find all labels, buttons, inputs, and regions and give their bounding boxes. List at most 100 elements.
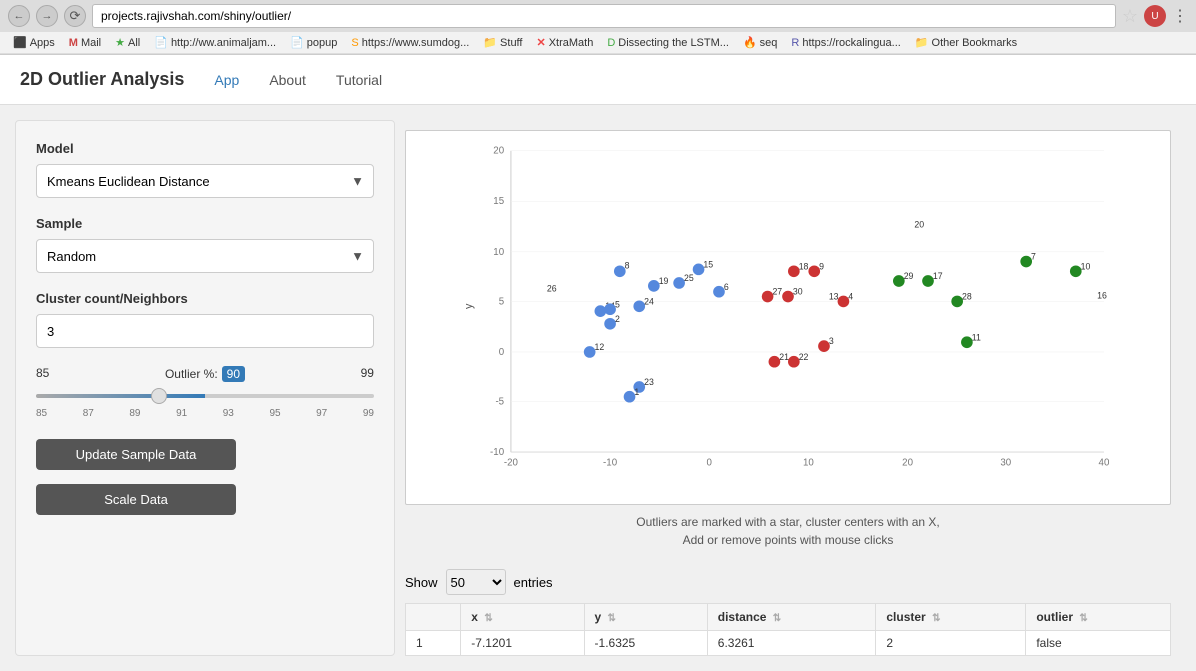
sort-x-icon: ⇅ [484, 613, 492, 624]
svg-text:8: 8 [625, 260, 630, 270]
refresh-button[interactable]: ⟳ [64, 5, 86, 27]
table-row: 1 -7.1201 -1.6325 6.3261 2 false [406, 631, 1171, 656]
browser-chrome: ← → ⟳ ☆ U ⋮ ⬛ Apps M Mail ★ All 📄 http:/… [0, 0, 1196, 55]
sort-y-icon: ⇅ [608, 613, 616, 624]
table-section: Show 50 25 10 100 entries x ⇅ y ⇅ distan… [395, 559, 1181, 656]
nav-tutorial[interactable]: Tutorial [336, 68, 382, 92]
bookmark-popup[interactable]: 📄 popup [285, 34, 342, 51]
col-distance[interactable]: distance ⇅ [707, 604, 876, 631]
bookmark-other[interactable]: 📁 Other Bookmarks [910, 34, 1022, 51]
model-group: Model Kmeans Euclidean Distance KNN LOF … [36, 141, 374, 198]
bookmark-seq[interactable]: 🔥 seq [738, 34, 782, 51]
bookmark-mail[interactable]: M Mail [64, 35, 106, 51]
browser-profile-icon: U [1144, 5, 1166, 27]
cell-outlier: false [1026, 631, 1171, 656]
forward-button[interactable]: → [36, 5, 58, 27]
model-select[interactable]: Kmeans Euclidean Distance KNN LOF [36, 164, 374, 198]
svg-text:-10: -10 [603, 458, 618, 469]
svg-text:26: 26 [547, 284, 557, 294]
svg-text:0: 0 [707, 458, 713, 469]
svg-text:19: 19 [659, 276, 669, 286]
back-button[interactable]: ← [8, 5, 30, 27]
svg-text:21: 21 [779, 352, 789, 362]
cell-index: 1 [406, 631, 461, 656]
page-header: 2D Outlier Analysis App About Tutorial [0, 55, 1196, 105]
sample-select[interactable]: Random Fixed Custom [36, 239, 374, 273]
slider-ticks: 85 87 89 91 93 95 97 99 [36, 408, 374, 419]
data-table: x ⇅ y ⇅ distance ⇅ cluster ⇅ outlier ⇅ 1… [405, 603, 1171, 656]
update-sample-button[interactable]: Update Sample Data [36, 439, 236, 470]
svg-text:16: 16 [1097, 291, 1107, 301]
svg-text:5: 5 [499, 296, 504, 307]
svg-text:-20: -20 [504, 458, 519, 469]
svg-text:28: 28 [962, 291, 972, 301]
svg-text:0: 0 [499, 347, 505, 358]
svg-text:10: 10 [1081, 261, 1091, 271]
table-controls: Show 50 25 10 100 entries [405, 569, 1171, 595]
scatter-plot: 20 15 10 5 0 -5 -10 -20 -10 [416, 141, 1160, 491]
svg-text:6: 6 [724, 282, 729, 292]
cell-x: -7.1201 [461, 631, 584, 656]
svg-text:30: 30 [1000, 458, 1011, 469]
browser-star-icon: ☆ [1122, 6, 1138, 27]
right-panel: 20 15 10 5 0 -5 -10 -20 -10 [395, 120, 1181, 656]
bookmark-sumdog[interactable]: S https://www.sumdog... [346, 35, 474, 51]
sort-cluster-icon: ⇅ [932, 613, 940, 624]
scale-data-button[interactable]: Scale Data [36, 484, 236, 515]
chart-area: 20 15 10 5 0 -5 -10 -20 -10 [395, 120, 1181, 559]
col-x[interactable]: x ⇅ [461, 604, 584, 631]
button-group: Update Sample Data Scale Data [36, 439, 374, 523]
sample-label: Sample [36, 216, 374, 231]
svg-text:18: 18 [799, 261, 809, 271]
svg-text:3: 3 [829, 336, 834, 346]
slider-min-label: 85 [36, 366, 49, 382]
col-cluster[interactable]: cluster ⇅ [876, 604, 1026, 631]
svg-text:40: 40 [1099, 458, 1110, 469]
model-select-wrapper: Kmeans Euclidean Distance KNN LOF ▼ [36, 164, 374, 198]
cluster-input[interactable] [36, 314, 374, 348]
svg-text:10: 10 [493, 247, 504, 258]
cluster-group: Cluster count/Neighbors [36, 291, 374, 348]
cell-distance: 6.3261 [707, 631, 876, 656]
sample-select-wrapper: Random Fixed Custom ▼ [36, 239, 374, 273]
page-title: 2D Outlier Analysis [20, 69, 184, 90]
bookmark-lstm[interactable]: D Dissecting the LSTM... [602, 35, 734, 51]
entries-label: entries [514, 575, 553, 590]
entries-select[interactable]: 50 25 10 100 [446, 569, 506, 595]
svg-text:22: 22 [799, 352, 809, 362]
bookmarks-bar: ⬛ Apps M Mail ★ All 📄 http://ww.animalja… [0, 32, 1196, 54]
col-y[interactable]: y ⇅ [584, 604, 707, 631]
bookmark-stuff[interactable]: 📁 Stuff [478, 34, 527, 51]
col-outlier[interactable]: outlier ⇅ [1026, 604, 1171, 631]
show-label: Show [405, 575, 438, 590]
chart-container[interactable]: 20 15 10 5 0 -5 -10 -20 -10 [405, 130, 1171, 505]
svg-text:-10: -10 [490, 447, 505, 458]
svg-text:17: 17 [933, 271, 943, 281]
cluster-label: Cluster count/Neighbors [36, 291, 374, 306]
left-panel: Model Kmeans Euclidean Distance KNN LOF … [15, 120, 395, 656]
svg-text:27: 27 [772, 287, 782, 297]
svg-text:24: 24 [644, 296, 654, 306]
bookmark-rockalingua[interactable]: R https://rockalingua... [786, 35, 905, 51]
svg-text:11: 11 [972, 332, 981, 342]
bookmark-xtramath[interactable]: ✕ XtraMath [531, 34, 598, 51]
svg-text:4: 4 [848, 291, 853, 301]
nav-about[interactable]: About [269, 68, 306, 92]
outlier-field-label: Outlier %: [165, 367, 218, 381]
slider-label-row: Outlier %: 90 [165, 366, 245, 382]
slider-current-value: 90 [222, 366, 245, 382]
bookmark-apps[interactable]: ⬛ Apps [8, 34, 60, 51]
svg-text:1: 1 [634, 387, 639, 397]
browser-menu-icon: ⋮ [1172, 6, 1188, 26]
sort-outlier-icon: ⇅ [1079, 613, 1087, 624]
svg-text:13: 13 [829, 291, 839, 301]
svg-text:5: 5 [615, 299, 620, 309]
outlier-slider[interactable] [36, 394, 374, 398]
url-bar[interactable] [92, 4, 1116, 28]
svg-text:10: 10 [803, 458, 814, 469]
chart-caption: Outliers are marked with a star, cluster… [405, 513, 1171, 549]
nav-app[interactable]: App [214, 68, 239, 92]
sort-distance-icon: ⇅ [773, 613, 781, 624]
bookmark-animaljam[interactable]: 📄 http://ww.animaljam... [149, 34, 281, 51]
bookmark-all[interactable]: ★ All [110, 34, 145, 51]
